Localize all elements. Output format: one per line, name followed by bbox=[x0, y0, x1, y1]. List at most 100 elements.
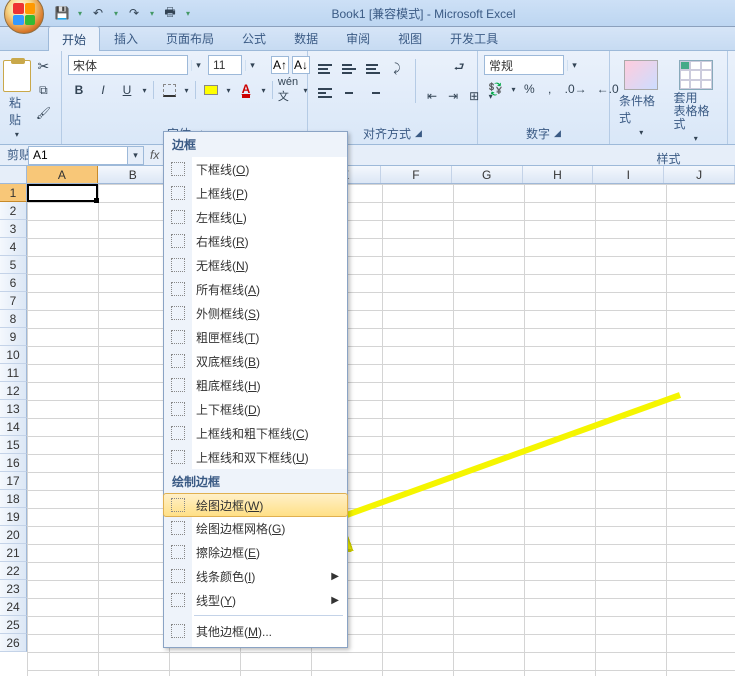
fx-icon[interactable]: fx bbox=[150, 148, 159, 162]
row-header-22[interactable]: 22 bbox=[0, 562, 27, 580]
menu-item-外侧框线[interactable]: 外侧框线(S) bbox=[164, 301, 347, 325]
col-header-B[interactable]: B bbox=[98, 166, 169, 183]
underline-button[interactable]: U bbox=[116, 79, 138, 101]
copy-button[interactable]: ⧉ bbox=[34, 80, 52, 101]
font-name-combo[interactable]: 宋体 bbox=[68, 55, 188, 75]
font-name-dropdown[interactable]: ▾ bbox=[191, 60, 205, 71]
align-middle-button[interactable] bbox=[338, 58, 360, 80]
tab-公式[interactable]: 公式 bbox=[228, 25, 280, 50]
row-header-3[interactable]: 3 bbox=[0, 220, 27, 238]
row-header-19[interactable]: 19 bbox=[0, 508, 27, 526]
increase-decimal-button[interactable]: .0→ bbox=[561, 79, 591, 99]
tab-页面布局[interactable]: 页面布局 bbox=[152, 25, 228, 50]
row-header-23[interactable]: 23 bbox=[0, 580, 27, 598]
phonetic-button[interactable]: wén文 bbox=[277, 79, 299, 101]
align-top-button[interactable] bbox=[314, 58, 336, 80]
fill-color-button[interactable] bbox=[200, 79, 222, 101]
accounting-split[interactable]: ▾ bbox=[509, 79, 518, 99]
name-box-dropdown[interactable]: ▾ bbox=[128, 146, 144, 165]
increase-indent-button[interactable]: ⇥ bbox=[444, 86, 462, 106]
accounting-button[interactable]: 💱 bbox=[484, 79, 507, 99]
menu-item-所有框线[interactable]: 所有框线(A) bbox=[164, 277, 347, 301]
undo-icon[interactable]: ↶ bbox=[90, 5, 106, 21]
menu-item-其他边框[interactable]: 其他边框(M)... bbox=[164, 619, 347, 643]
cut-button[interactable]: ✂ bbox=[34, 55, 54, 78]
number-format-dropdown[interactable]: ▾ bbox=[567, 60, 581, 71]
font-size-dropdown[interactable]: ▾ bbox=[245, 60, 259, 71]
align-left-button[interactable] bbox=[314, 82, 336, 104]
col-header-A[interactable]: A bbox=[27, 166, 98, 183]
row-header-10[interactable]: 10 bbox=[0, 346, 27, 364]
row-header-15[interactable]: 15 bbox=[0, 436, 27, 454]
font-size-combo[interactable]: 11 bbox=[208, 55, 242, 75]
paste-button[interactable]: 粘贴 ▾ bbox=[6, 55, 28, 144]
font-color-button[interactable]: A bbox=[235, 79, 257, 101]
tab-审阅[interactable]: 审阅 bbox=[332, 25, 384, 50]
italic-button[interactable]: I bbox=[92, 79, 114, 101]
borders-split[interactable]: ▾ bbox=[182, 86, 191, 95]
menu-item-双底框线[interactable]: 双底框线(B) bbox=[164, 349, 347, 373]
menu-item-粗底框线[interactable]: 粗底框线(H) bbox=[164, 373, 347, 397]
col-header-G[interactable]: G bbox=[452, 166, 523, 183]
row-header-12[interactable]: 12 bbox=[0, 382, 27, 400]
menu-item-线型[interactable]: 线型(Y)▶ bbox=[164, 588, 347, 612]
row-header-7[interactable]: 7 bbox=[0, 292, 27, 310]
row-header-25[interactable]: 25 bbox=[0, 616, 27, 634]
row-header-6[interactable]: 6 bbox=[0, 274, 27, 292]
menu-item-上下框线[interactable]: 上下框线(D) bbox=[164, 397, 347, 421]
percent-button[interactable]: % bbox=[520, 79, 539, 99]
bold-button[interactable]: B bbox=[68, 79, 90, 101]
decrease-indent-button[interactable]: ⇤ bbox=[423, 86, 441, 106]
wrap-text-button[interactable]: ⮐ bbox=[450, 55, 469, 82]
select-all-corner[interactable] bbox=[0, 166, 27, 184]
col-header-I[interactable]: I bbox=[593, 166, 664, 183]
col-header-F[interactable]: F bbox=[381, 166, 452, 183]
col-header-H[interactable]: H bbox=[523, 166, 594, 183]
row-header-21[interactable]: 21 bbox=[0, 544, 27, 562]
dialog-launcher-alignment[interactable]: ◢ bbox=[415, 128, 422, 139]
underline-split[interactable]: ▾ bbox=[140, 86, 149, 95]
borders-button[interactable] bbox=[158, 79, 180, 101]
font-color-split[interactable]: ▾ bbox=[259, 86, 268, 95]
row-header-9[interactable]: 9 bbox=[0, 328, 27, 346]
cells-area[interactable] bbox=[27, 184, 735, 676]
menu-item-绘图边框[interactable]: 绘图边框(W) bbox=[163, 493, 348, 517]
row-header-4[interactable]: 4 bbox=[0, 238, 27, 256]
align-center-button[interactable] bbox=[338, 82, 360, 104]
row-header-8[interactable]: 8 bbox=[0, 310, 27, 328]
conditional-format-button[interactable]: 条件格式 ▾ bbox=[616, 55, 667, 142]
row-header-1[interactable]: 1 bbox=[0, 184, 27, 202]
row-header-20[interactable]: 20 bbox=[0, 526, 27, 544]
row-header-2[interactable]: 2 bbox=[0, 202, 27, 220]
menu-item-上框线和双下框线[interactable]: 上框线和双下框线(U) bbox=[164, 445, 347, 469]
row-header-13[interactable]: 13 bbox=[0, 400, 27, 418]
qat-split-1[interactable]: ▾ bbox=[76, 5, 84, 21]
menu-item-右框线[interactable]: 右框线(R) bbox=[164, 229, 347, 253]
orientation-button[interactable]: ⤸ bbox=[386, 58, 408, 80]
col-header-J[interactable]: J bbox=[664, 166, 735, 183]
format-as-table-button[interactable]: 套用 表格格式 ▾ bbox=[671, 55, 722, 148]
menu-item-无框线[interactable]: 无框线(N) bbox=[164, 253, 347, 277]
number-format-combo[interactable]: 常规 bbox=[484, 55, 564, 75]
comma-button[interactable]: , bbox=[541, 79, 559, 99]
row-header-11[interactable]: 11 bbox=[0, 364, 27, 382]
menu-item-绘图边框网格[interactable]: 绘图边框网格(G) bbox=[164, 516, 347, 540]
tab-数据[interactable]: 数据 bbox=[280, 25, 332, 50]
increase-font-button[interactable]: A↑ bbox=[271, 56, 289, 74]
worksheet-grid[interactable]: ABCDEFGHIJ 12345678910111213141516171819… bbox=[0, 166, 735, 676]
row-header-5[interactable]: 5 bbox=[0, 256, 27, 274]
row-header-16[interactable]: 16 bbox=[0, 454, 27, 472]
menu-item-下框线[interactable]: 下框线(O) bbox=[164, 157, 347, 181]
menu-item-粗匣框线[interactable]: 粗匣框线(T) bbox=[164, 325, 347, 349]
row-header-18[interactable]: 18 bbox=[0, 490, 27, 508]
tab-开始[interactable]: 开始 bbox=[48, 26, 100, 51]
row-header-14[interactable]: 14 bbox=[0, 418, 27, 436]
tab-视图[interactable]: 视图 bbox=[384, 25, 436, 50]
tab-插入[interactable]: 插入 bbox=[100, 25, 152, 50]
menu-item-上框线和粗下框线[interactable]: 上框线和粗下框线(C) bbox=[164, 421, 347, 445]
align-right-button[interactable] bbox=[362, 82, 384, 104]
menu-item-上框线[interactable]: 上框线(P) bbox=[164, 181, 347, 205]
fill-split[interactable]: ▾ bbox=[224, 86, 233, 95]
row-header-26[interactable]: 26 bbox=[0, 634, 27, 652]
menu-item-线条颜色[interactable]: 线条颜色(I)▶ bbox=[164, 564, 347, 588]
